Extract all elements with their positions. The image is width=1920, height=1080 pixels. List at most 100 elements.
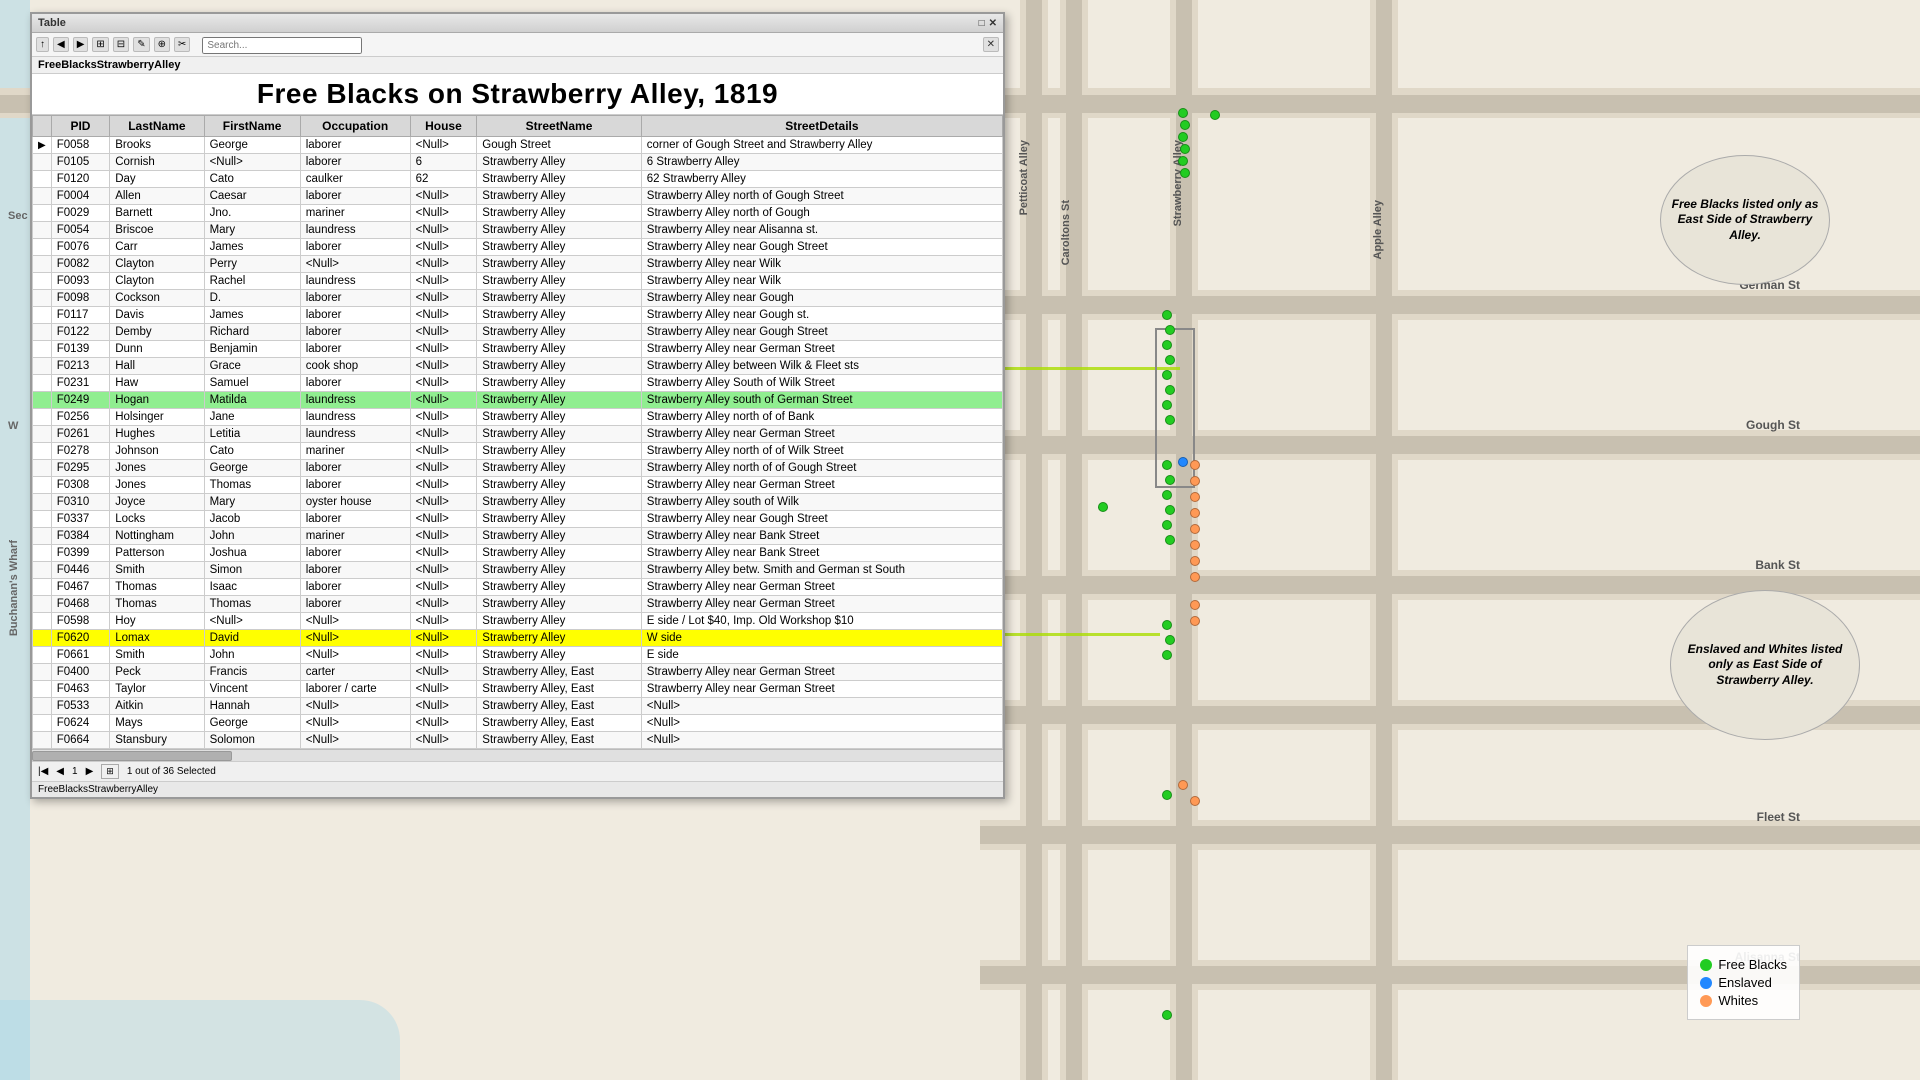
table-row[interactable]: F0004AllenCaesarlaborer<Null>Strawberry … <box>33 188 1003 205</box>
alley-box <box>1155 328 1195 488</box>
table-row[interactable]: F0029BarnettJno.mariner<Null>Strawberry … <box>33 205 1003 222</box>
table-row[interactable]: F0310JoyceMaryoyster house<Null>Strawber… <box>33 494 1003 511</box>
side-label-wharf: Buchanan's Wharf <box>8 540 20 636</box>
dot-free-black-12 <box>1165 385 1175 395</box>
callout-enslaved-whites: Enslaved and Whites listed only as East … <box>1670 590 1860 740</box>
table-row[interactable]: F0337LocksJacoblaborer<Null>Strawberry A… <box>33 511 1003 528</box>
records-icon: ⊞ <box>101 764 119 779</box>
street-label-fleet: Fleet St <box>1757 810 1800 824</box>
table-row[interactable]: F0295JonesGeorgelaborer<Null>Strawberry … <box>33 460 1003 477</box>
main-title: Free Blacks on Strawberry Alley, 1819 <box>32 74 1003 115</box>
col-pid[interactable]: PID <box>51 116 109 137</box>
table-row[interactable]: F0139DunnBenjaminlaborer<Null>Strawberry… <box>33 341 1003 358</box>
table-row[interactable]: F0098CocksonD.laborer<Null>Strawberry Al… <box>33 290 1003 307</box>
table-row[interactable]: F0256HolsingerJanelaundress<Null>Strawbe… <box>33 409 1003 426</box>
inner-close-button[interactable]: ✕ <box>983 37 999 52</box>
table-titlebar: Table □ ✕ <box>32 14 1003 33</box>
dot-free-black-1 <box>1178 108 1188 118</box>
table-row[interactable]: ▶F0058BrooksGeorgelaborer<Null>Gough Str… <box>33 137 1003 154</box>
table-row[interactable]: F0446SmithSimonlaborer<Null>Strawberry A… <box>33 562 1003 579</box>
table-row[interactable]: F0120DayCatocaulker62Strawberry Alley62 … <box>33 171 1003 188</box>
table-row[interactable]: F0400PeckFranciscarter<Null>Strawberry A… <box>33 664 1003 681</box>
horizontal-scrollbar[interactable] <box>32 749 1003 761</box>
scrollbar-thumb[interactable] <box>32 751 232 761</box>
dot-free-black-11 <box>1162 370 1172 380</box>
legend-label-free-blacks: Free Blacks <box>1718 957 1787 972</box>
dot-free-black-3 <box>1178 132 1188 142</box>
table-row[interactable]: F0105Cornish<Null>laborer6Strawberry All… <box>33 154 1003 171</box>
table-row[interactable]: F0664StansburySolomon<Null><Null>Strawbe… <box>33 732 1003 749</box>
nav-next[interactable]: ▶ <box>86 766 94 777</box>
nav-first[interactable]: |◀ <box>38 766 48 777</box>
toolbar-icon-3[interactable]: ▶ <box>73 37 89 52</box>
col-streetname[interactable]: StreetName <box>477 116 642 137</box>
dot-free-black-far-2 <box>1098 502 1108 512</box>
dot-white-1 <box>1190 460 1200 470</box>
toolbar-icon-4[interactable]: ⊞ <box>92 37 108 52</box>
table-row[interactable]: F0261HughesLetitialaundress<Null>Strawbe… <box>33 426 1003 443</box>
road-fleet <box>980 826 1920 844</box>
table-row[interactable]: F0249HoganMatildalaundress<Null>Strawber… <box>33 392 1003 409</box>
toolbar-icon-7[interactable]: ⊕ <box>154 37 170 52</box>
table-row[interactable]: F0598Hoy<Null><Null><Null>Strawberry All… <box>33 613 1003 630</box>
street-label-caroltons: Caroltons St <box>1060 200 1072 265</box>
dot-free-black-5 <box>1178 156 1188 166</box>
restore-button[interactable]: □ <box>979 18 985 29</box>
table-container: PID LastName FirstName Occupation House … <box>32 115 1003 749</box>
close-button[interactable]: ✕ <box>989 18 997 29</box>
dot-free-black-21 <box>1162 620 1172 630</box>
table-row[interactable]: F0054BriscoeMarylaundress<Null>Strawberr… <box>33 222 1003 239</box>
table-row[interactable]: F0468ThomasThomaslaborer<Null>Strawberry… <box>33 596 1003 613</box>
table-row[interactable]: F0661SmithJohn<Null><Null>Strawberry All… <box>33 647 1003 664</box>
table-row[interactable]: F0122DembyRichardlaborer<Null>Strawberry… <box>33 324 1003 341</box>
dot-free-black-17 <box>1162 490 1172 500</box>
water-area-bottom <box>0 1000 400 1080</box>
street-label-apple: Apple Alley <box>1372 200 1384 260</box>
side-label-sec: Sec <box>8 210 28 222</box>
table-row[interactable]: F0308JonesThomaslaborer<Null>Strawberry … <box>33 477 1003 494</box>
table-row[interactable]: F0213HallGracecook shop<Null>Strawberry … <box>33 358 1003 375</box>
dot-free-black-4 <box>1180 144 1190 154</box>
nav-prev[interactable]: ◀ <box>56 766 64 777</box>
toolbar-icon-8[interactable]: ✂ <box>174 37 190 52</box>
dot-free-black-10 <box>1165 355 1175 365</box>
dot-free-black-13 <box>1162 400 1172 410</box>
dot-white-4 <box>1190 508 1200 518</box>
col-lastname[interactable]: LastName <box>110 116 204 137</box>
table-row[interactable]: F0093ClaytonRachellaundress<Null>Strawbe… <box>33 273 1003 290</box>
legend-dot-enslaved <box>1700 977 1712 989</box>
dot-free-black-9 <box>1162 340 1172 350</box>
dot-free-black-8 <box>1165 325 1175 335</box>
table-subtitle: FreeBlacksStrawberryAlley <box>32 57 1003 74</box>
col-occupation[interactable]: Occupation <box>300 116 410 137</box>
table-row[interactable]: F0533AitkinHannah<Null><Null>Strawberry … <box>33 698 1003 715</box>
dot-white-10 <box>1190 616 1200 626</box>
table-row[interactable]: F0463TaylorVincentlaborer / carte<Null>S… <box>33 681 1003 698</box>
toolbar-icon-6[interactable]: ✎ <box>133 37 149 52</box>
search-input[interactable] <box>202 37 362 54</box>
table-row[interactable]: F0231HawSamuellaborer<Null>Strawberry Al… <box>33 375 1003 392</box>
table-row[interactable]: F0278JohnsonCatomariner<Null>Strawberry … <box>33 443 1003 460</box>
toolbar-icon-1[interactable]: ↑ <box>36 37 49 52</box>
dot-free-black-2 <box>1180 120 1190 130</box>
table-row[interactable]: F0624MaysGeorge<Null><Null>Strawberry Al… <box>33 715 1003 732</box>
legend-item-free-blacks: Free Blacks <box>1700 957 1787 972</box>
col-firstname[interactable]: FirstName <box>204 116 300 137</box>
table-row[interactable]: F0467ThomasIsaaclaborer<Null>Strawberry … <box>33 579 1003 596</box>
dot-white-7 <box>1190 556 1200 566</box>
col-streetdetails[interactable]: StreetDetails <box>641 116 1002 137</box>
dot-free-black-24 <box>1162 790 1172 800</box>
selection-info: 1 out of 36 Selected <box>127 766 216 777</box>
toolbar-icon-5[interactable]: ⊟ <box>113 37 129 52</box>
toolbar-icon-2[interactable]: ◀ <box>53 37 69 52</box>
dot-free-black-19 <box>1162 520 1172 530</box>
col-house[interactable]: House <box>410 116 477 137</box>
table-row[interactable]: F0399PattersonJoshualaborer<Null>Strawbe… <box>33 545 1003 562</box>
table-row[interactable]: F0620LomaxDavid<Null><Null>Strawberry Al… <box>33 630 1003 647</box>
table-row[interactable]: F0076CarrJameslaborer<Null>Strawberry Al… <box>33 239 1003 256</box>
legend-dot-free-blacks <box>1700 959 1712 971</box>
table-row[interactable]: F0117DavisJameslaborer<Null>Strawberry A… <box>33 307 1003 324</box>
table-row[interactable]: F0384NottinghamJohnmariner<Null>Strawber… <box>33 528 1003 545</box>
table-row[interactable]: F0082ClaytonPerry<Null><Null>Strawberry … <box>33 256 1003 273</box>
dot-white-9 <box>1190 600 1200 610</box>
